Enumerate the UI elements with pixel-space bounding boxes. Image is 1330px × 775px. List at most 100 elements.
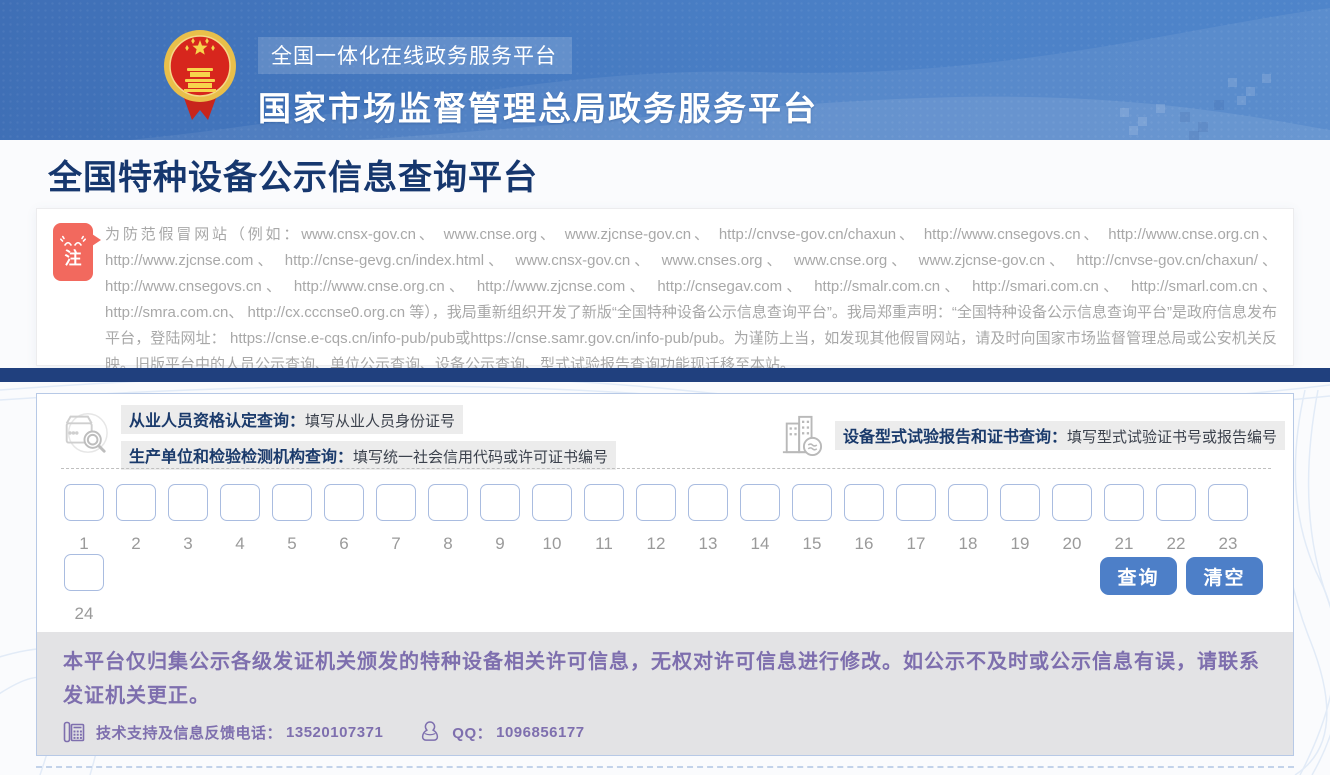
code-box-number: 8 <box>428 534 468 554</box>
code-cell: 6 <box>324 484 364 554</box>
code-box-number: 20 <box>1052 534 1092 554</box>
disclaimer-text: 本平台仅归集公示各级发证机关颁发的特种设备相关许可信息，无权对许可信息进行修改。… <box>63 645 1267 713</box>
code-box-number: 4 <box>220 534 260 554</box>
code-cell: 15 <box>792 484 832 554</box>
code-input-7[interactable] <box>376 484 416 521</box>
site-title: 国家市场监督管理总局政务服务平台 <box>258 82 818 130</box>
code-box-number: 24 <box>64 604 104 624</box>
code-cell: 17 <box>896 484 936 554</box>
code-input-18[interactable] <box>948 484 988 521</box>
site-header: 全国一体化在线政务服务平台 国家市场监督管理总局政务服务平台 <box>0 0 1330 140</box>
code-box-number: 3 <box>168 534 208 554</box>
code-box-number: 6 <box>324 534 364 554</box>
code-cell: 8 <box>428 484 468 554</box>
page-title: 全国特种设备公示信息查询平台 <box>48 150 538 199</box>
code-input-10[interactable] <box>532 484 572 521</box>
code-input-19[interactable] <box>1000 484 1040 521</box>
code-input-22[interactable] <box>1156 484 1196 521</box>
code-box-number: 21 <box>1104 534 1144 554</box>
code-input-8[interactable] <box>428 484 468 521</box>
device-query-hint: 填写型式试验证书号或报告编号 <box>1067 429 1277 446</box>
code-input-2[interactable] <box>116 484 156 521</box>
code-input-12[interactable] <box>636 484 676 521</box>
code-cell: 1 <box>64 484 104 554</box>
query-type-left-lines: 从业人员资格认定查询：填写从业人员身份证号 生产单位和检验检测机构查询：填写统一… <box>121 405 616 477</box>
code-box-number: 16 <box>844 534 884 554</box>
header-text-block: 全国一体化在线政务服务平台 国家市场监督管理总局政务服务平台 <box>258 37 818 130</box>
phone-label: 技术支持及信息反馈电话： <box>96 722 282 743</box>
device-query-line: 设备型式试验报告和证书查询：填写型式试验证书号或报告编号 <box>835 421 1285 450</box>
code-cell: 23 <box>1208 484 1248 554</box>
bottom-dashed-line <box>36 766 1294 768</box>
search-button[interactable]: 查询 <box>1100 557 1177 595</box>
unit-query-label: 生产单位和检验检测机构查询： <box>129 449 353 466</box>
person-query-hint: 填写从业人员身份证号 <box>305 413 455 430</box>
code-cell: 9 <box>480 484 520 554</box>
code-input-4[interactable] <box>220 484 260 521</box>
query-type-right: 设备型式试验报告和证书查询：填写型式试验证书号或报告编号 <box>781 412 1285 458</box>
code-input-1[interactable] <box>64 484 104 521</box>
unit-query-hint: 填写统一社会信用代码或许可证书编号 <box>353 449 608 466</box>
code-box-number: 18 <box>948 534 988 554</box>
code-input-14[interactable] <box>740 484 780 521</box>
code-cell: 18 <box>948 484 988 554</box>
code-box-number: 23 <box>1208 534 1248 554</box>
code-cell: 21 <box>1104 484 1144 554</box>
code-input-21[interactable] <box>1104 484 1144 521</box>
code-input-13[interactable] <box>688 484 728 521</box>
note-badge: 注 <box>53 223 93 281</box>
query-panel: 从业人员资格认定查询：填写从业人员身份证号 生产单位和检验检测机构查询：填写统一… <box>36 393 1294 756</box>
note-face-icon <box>60 235 86 249</box>
code-input-15[interactable] <box>792 484 832 521</box>
code-cell: 13 <box>688 484 728 554</box>
code-cell: 2 <box>116 484 156 554</box>
qq-penguin-icon <box>419 720 441 744</box>
code-box-number: 22 <box>1156 534 1196 554</box>
code-cell: 3 <box>168 484 208 554</box>
qq-group: QQ： 1096856177 <box>419 720 584 744</box>
code-input-9[interactable] <box>480 484 520 521</box>
code-cell: 14 <box>740 484 780 554</box>
code-box-number: 19 <box>1000 534 1040 554</box>
code-cell: 20 <box>1052 484 1092 554</box>
person-query-label: 从业人员资格认定查询： <box>129 413 305 430</box>
national-emblem-logo <box>162 24 238 124</box>
code-input-5[interactable] <box>272 484 312 521</box>
code-cell: 10 <box>532 484 572 554</box>
code-cell: 12 <box>636 484 676 554</box>
qq-number: 1096856177 <box>496 724 584 741</box>
code-cell: 16 <box>844 484 884 554</box>
code-input-20[interactable] <box>1052 484 1092 521</box>
unit-query-line: 生产单位和检验检测机构查询：填写统一社会信用代码或许可证书编号 <box>121 441 616 470</box>
qq-label: QQ： <box>452 722 492 743</box>
code-input-23[interactable] <box>1208 484 1248 521</box>
clear-button[interactable]: 清空 <box>1186 557 1263 595</box>
code-box-number: 11 <box>584 534 624 554</box>
code-cell: 11 <box>584 484 624 554</box>
action-buttons: 查询 清空 <box>1100 557 1263 595</box>
code-box-number: 10 <box>532 534 572 554</box>
code-cell: 7 <box>376 484 416 554</box>
code-input-17[interactable] <box>896 484 936 521</box>
code-box-number: 2 <box>116 534 156 554</box>
code-input-3[interactable] <box>168 484 208 521</box>
navy-divider-bar <box>0 368 1330 382</box>
dashed-divider <box>61 468 1271 469</box>
code-box-number: 7 <box>376 534 416 554</box>
query-type-left: 从业人员资格认定查询：填写从业人员身份证号 生产单位和检验检测机构查询：填写统一… <box>59 405 616 477</box>
national-platform-tag: 全国一体化在线政务服务平台 <box>258 37 572 74</box>
device-query-label: 设备型式试验报告和证书查询： <box>843 429 1067 446</box>
code-input-6[interactable] <box>324 484 364 521</box>
phone-icon <box>63 720 85 744</box>
code-box-number: 9 <box>480 534 520 554</box>
page: 全国一体化在线政务服务平台 国家市场监督管理总局政务服务平台 全国特种设备公示信… <box>0 0 1330 775</box>
code-input-24[interactable] <box>64 554 104 591</box>
building-report-icon <box>781 412 823 458</box>
code-input-11[interactable] <box>584 484 624 521</box>
code-box-row-2: 24 <box>64 554 116 624</box>
contact-row: 技术支持及信息反馈电话： 13520107371 QQ： 1096856177 <box>63 720 1267 744</box>
code-input-16[interactable] <box>844 484 884 521</box>
code-cell: 24 <box>64 554 104 624</box>
panel-footer: 本平台仅归集公示各级发证机关颁发的特种设备相关许可信息，无权对许可信息进行修改。… <box>37 632 1293 755</box>
code-box-number: 1 <box>64 534 104 554</box>
